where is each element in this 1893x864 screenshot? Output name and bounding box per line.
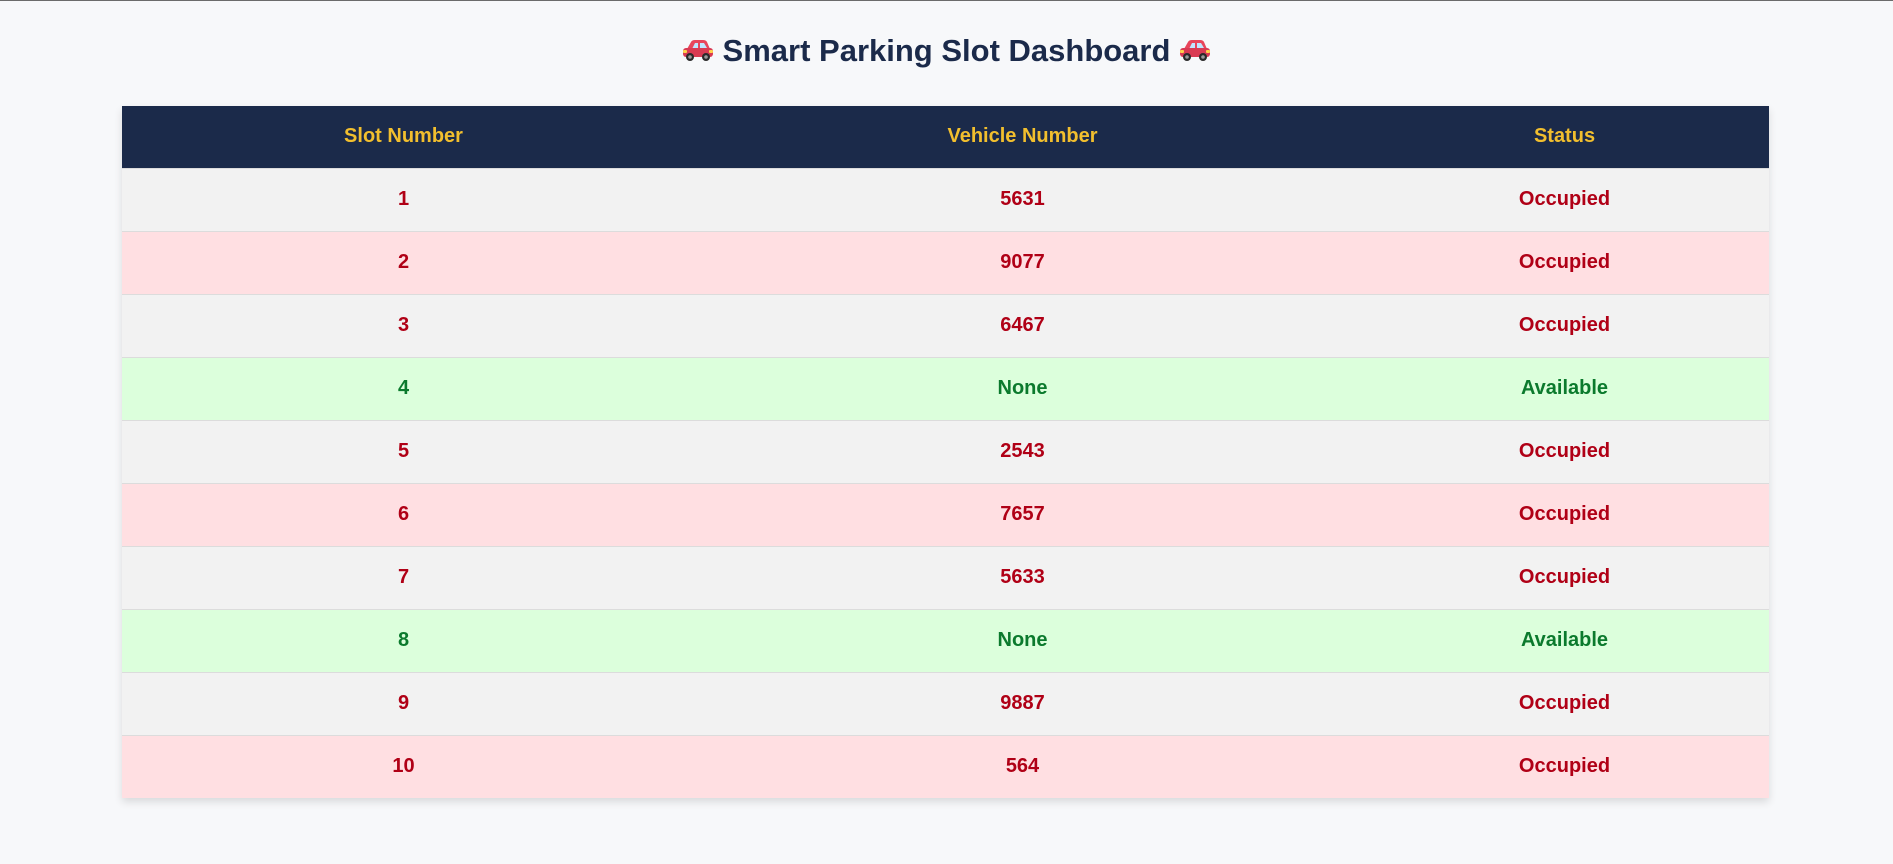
slot-number-cell: 10 [392,755,415,778]
slot-number-cell: 3 [397,314,410,336]
column-header-slot-number: Slot Number [344,125,463,148]
page-title-text: Smart Parking Slot Dashboard [722,33,1171,68]
column-header-vehicle-number: Vehicle Number [947,125,1098,148]
vehicle-number-cell: None [997,377,1048,399]
parking-slot-table: Slot Number Vehicle Number Status 1 5631 O… [122,106,1769,798]
vehicle-number-cell: None [997,629,1048,651]
table-row: 1 5631 Occupied [122,168,1769,231]
vehicle-number-cell: 5633 [1000,566,1045,588]
slot-number-cell: 4 [397,377,410,399]
status-cell: Available [1520,629,1609,651]
status-cell: Occupied [1518,692,1611,714]
car-icon [1180,39,1211,61]
table-row: 2 9077 Occupied [122,231,1769,294]
status-cell: Occupied [1518,503,1611,525]
vehicle-number-cell: 9887 [1000,692,1045,714]
table-row: 3 6467 Occupied [122,294,1769,357]
column-header-status: Status [1533,125,1596,148]
parking-table-container: Slot Number Vehicle Number Status 1 5631 O… [122,106,1769,798]
table-row: 9 9887 Occupied [122,672,1769,735]
vehicle-number-cell: 6467 [1000,314,1045,336]
slot-number-cell: 1 [397,188,410,210]
page-title: Smart Parking Slot Dashboard [0,29,1893,73]
slot-number-cell: 9 [397,692,410,714]
table-header-row: Slot Number Vehicle Number Status [122,106,1769,168]
slot-number-cell: 5 [397,440,410,462]
slot-number-cell: 8 [397,629,410,651]
table-row: 7 5633 Occupied [122,546,1769,609]
status-cell: Occupied [1518,440,1611,462]
slot-number-cell: 2 [397,251,410,273]
vehicle-number-cell: 9077 [1000,251,1045,273]
table-row: 8 None Available [122,609,1769,672]
vehicle-number-cell: 5631 [1000,188,1045,210]
status-cell: Occupied [1518,188,1611,210]
slot-number-cell: 7 [397,566,410,588]
table-row: 5 2543 Occupied [122,420,1769,483]
car-icon [682,39,713,61]
table-row: 4 None Available [122,357,1769,420]
status-cell: Occupied [1518,314,1611,336]
table-row: 6 7657 Occupied [122,483,1769,546]
vehicle-number-cell: 7657 [1000,503,1045,525]
slot-number-cell: 6 [397,503,410,525]
vehicle-number-cell: 2543 [1000,440,1045,462]
table-body: 1 5631 Occupied 2 9077 Occupied 3 6467 Occupied 4… [122,168,1769,798]
status-cell: Occupied [1518,566,1611,588]
vehicle-number-cell: 564 [1005,755,1040,778]
table-row: 10 564 Occupied [122,735,1769,798]
status-cell: Occupied [1518,251,1611,273]
status-cell: Occupied [1518,755,1611,778]
status-cell: Available [1520,377,1609,399]
